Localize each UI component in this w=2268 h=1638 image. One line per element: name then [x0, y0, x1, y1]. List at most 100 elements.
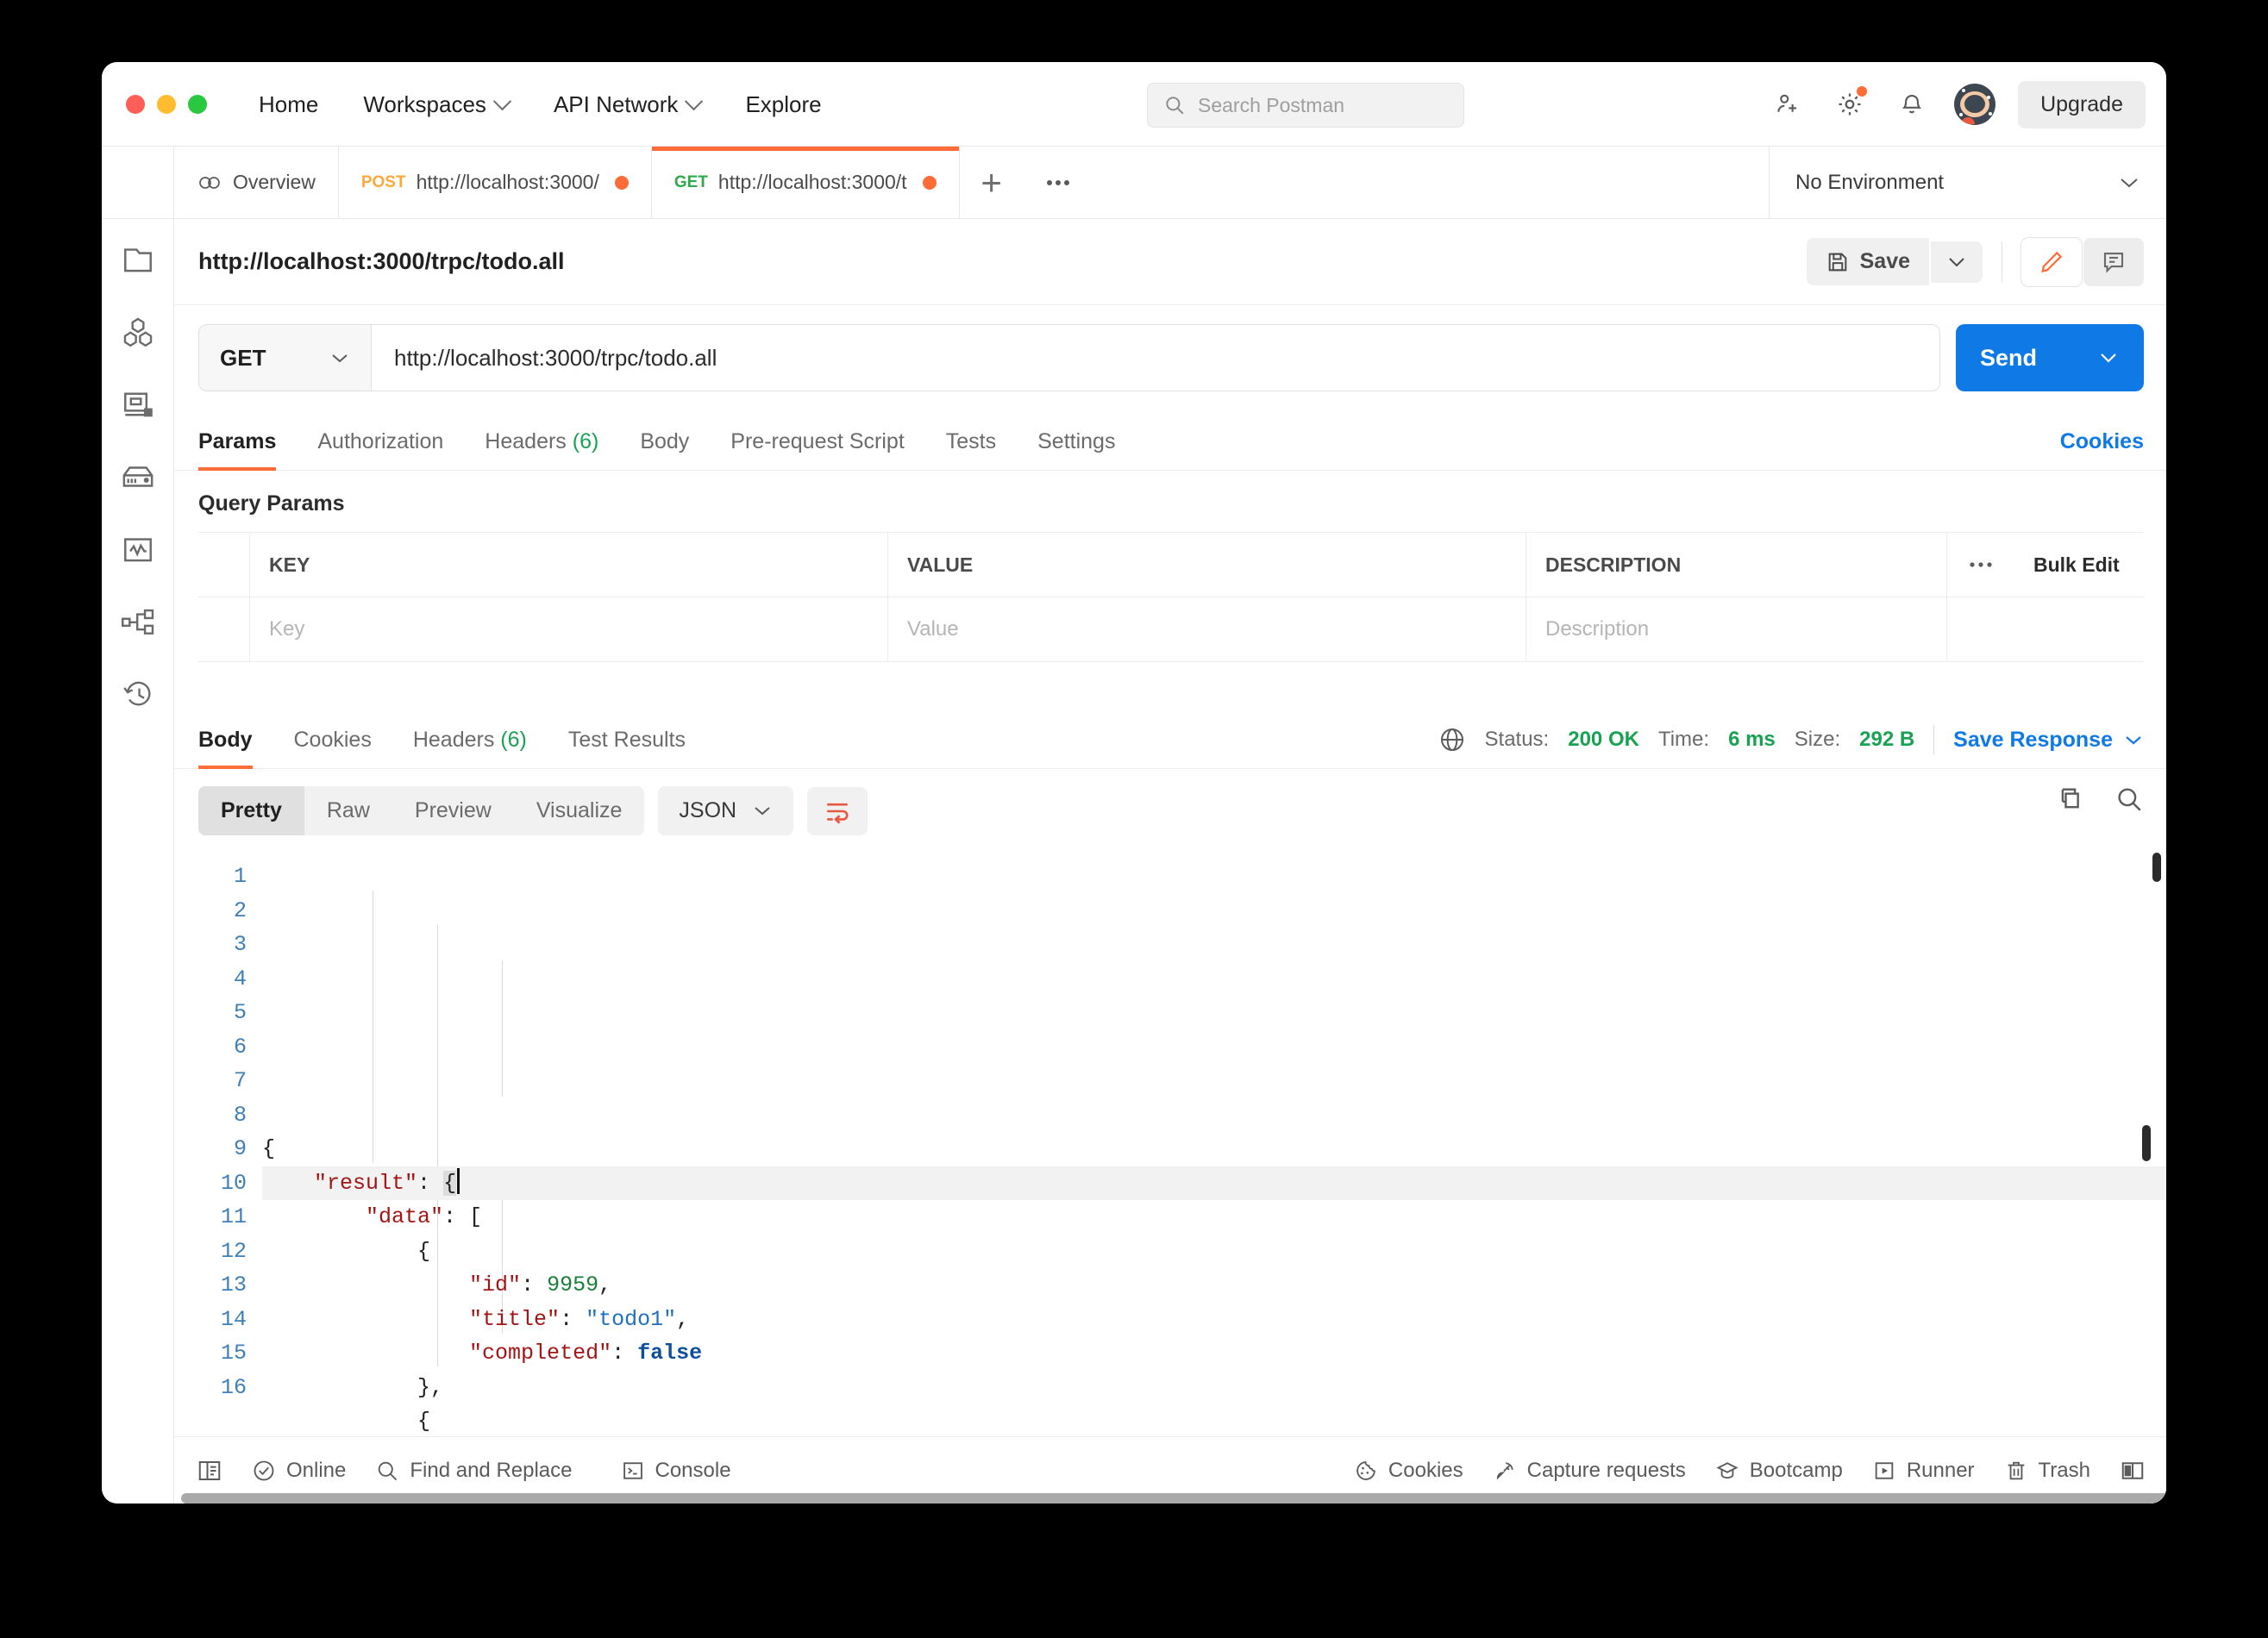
tab-body[interactable]: Body [619, 429, 710, 470]
environment-selector[interactable]: No Environment [1770, 147, 2166, 218]
tab-request-post[interactable]: POST http://localhost:3000/ [338, 147, 652, 218]
code-scrollbar-thumb[interactable] [2142, 1125, 2151, 1161]
response-format-selector[interactable]: JSON [658, 786, 794, 835]
response-tab-headers[interactable]: Headers (6) [392, 728, 548, 768]
code-line[interactable]: { [262, 1404, 2166, 1436]
sidebar-item-mock-servers[interactable] [118, 457, 158, 497]
console-button[interactable]: Console [621, 1459, 731, 1483]
sidebar-item-flows[interactable] [118, 602, 158, 641]
close-window-button[interactable] [126, 94, 145, 114]
viewer-mode-preview[interactable]: Preview [392, 786, 514, 835]
tab-request-get[interactable]: GET http://localhost:3000/t [651, 147, 960, 218]
chevron-down-icon [329, 352, 350, 365]
save-button[interactable]: Save [1806, 238, 1929, 285]
save-options-button[interactable] [1931, 241, 1983, 283]
code-line[interactable]: "completed": false [262, 1336, 2166, 1371]
code-token: }, [417, 1374, 444, 1400]
comment-button[interactable] [2083, 237, 2144, 286]
tab-tests[interactable]: Tests [925, 429, 1017, 470]
param-description-input[interactable]: Description [1526, 597, 1947, 661]
code-line[interactable]: "title": "todo1", [262, 1303, 2166, 1337]
code-line[interactable]: { [262, 1132, 2166, 1166]
tab-more-options-button[interactable] [1023, 147, 1093, 218]
desktop-background: Home Workspaces API Network Explore Sear… [0, 0, 2268, 1638]
response-body-code[interactable]: { "result": { "data": [ { "id": 9959, "t… [262, 853, 2166, 1436]
code-line[interactable]: "result": { [262, 1166, 2166, 1200]
cookies-link[interactable]: Cookies [2060, 429, 2144, 454]
response-tab-cookies[interactable]: Cookies [273, 728, 392, 768]
person-add-icon[interactable] [1768, 84, 1808, 124]
sidebar-item-history[interactable] [118, 674, 158, 714]
code-token: "todo1" [586, 1306, 677, 1332]
runner-button[interactable]: Runner [1872, 1459, 1975, 1483]
search-icon[interactable] [2115, 785, 2144, 814]
find-and-replace-button[interactable]: Find and Replace [375, 1459, 573, 1483]
response-tab-body[interactable]: Body [198, 728, 273, 769]
viewer-mode-raw[interactable]: Raw [304, 786, 392, 835]
bootcamp-button[interactable]: Bootcamp [1715, 1459, 1843, 1483]
code-line[interactable]: "data": [ [262, 1200, 2166, 1235]
horizontal-scrollbar-thumb[interactable] [181, 1493, 2166, 1504]
code-scrollbar-thumb-top[interactable] [2152, 853, 2161, 882]
capture-requests-button[interactable]: Capture requests [1493, 1459, 1686, 1483]
code-line[interactable]: "id": 9959, [262, 1268, 2166, 1303]
bell-icon[interactable] [1892, 84, 1932, 124]
sidebar-item-environments[interactable] [118, 384, 158, 424]
title-bar: Home Workspaces API Network Explore Sear… [102, 62, 2166, 147]
panel-layout-icon[interactable] [2120, 1459, 2146, 1483]
tab-headers[interactable]: Headers (6) [464, 429, 619, 470]
code-line[interactable]: { [262, 1235, 2166, 1269]
gear-icon[interactable] [1830, 84, 1870, 124]
window-controls[interactable] [102, 94, 236, 114]
line-number: 10 [220, 1170, 247, 1196]
send-button[interactable]: Send [1956, 324, 2144, 391]
sidebar-toggle-icon[interactable] [197, 1459, 222, 1483]
code-token: { [417, 1238, 431, 1264]
maximize-window-button[interactable] [188, 94, 207, 114]
param-value-input[interactable]: Value [888, 597, 1526, 661]
globe-icon [1438, 726, 1466, 753]
trash-button[interactable]: Trash [2004, 1459, 2090, 1483]
horizontal-scrollbar[interactable] [174, 1493, 2166, 1504]
response-tab-test-results[interactable]: Test Results [548, 728, 706, 768]
tab-authorization[interactable]: Authorization [297, 429, 464, 470]
viewer-mode-visualize[interactable]: Visualize [514, 786, 645, 835]
online-status[interactable]: Online [252, 1459, 346, 1483]
line-number: 2 [233, 897, 247, 923]
sidebar-item-collections[interactable] [118, 240, 158, 279]
edit-pencil-button[interactable] [2021, 237, 2082, 286]
param-key-input[interactable]: Key [250, 597, 888, 661]
new-tab-button[interactable]: + [959, 147, 1024, 218]
response-viewer-toolbar: Pretty Raw Preview Visualize JSON [174, 769, 2166, 853]
sidebar-item-monitors[interactable] [118, 529, 158, 569]
response-body-viewer[interactable]: 1 2 3 4 5 6 7 8 9 10 11 12 13 14 15 16 { "result": { "d… [174, 853, 2166, 1436]
astronaut-avatar[interactable] [1954, 84, 1996, 125]
word-wrap-icon[interactable] [807, 786, 868, 835]
viewer-mode-pretty[interactable]: Pretty [198, 786, 304, 835]
tab-pre-request-script[interactable]: Pre-request Script [710, 429, 924, 470]
nav-api-network[interactable]: API Network [531, 62, 724, 147]
minimize-window-button[interactable] [157, 94, 176, 114]
row-checkbox-cell[interactable] [198, 597, 250, 661]
select-all-cell [198, 533, 250, 597]
tab-method-get: GET [674, 172, 708, 191]
copy-icon[interactable] [2054, 785, 2083, 814]
code-line[interactable]: }, [262, 1371, 2166, 1405]
tab-params[interactable]: Params [198, 429, 297, 471]
nav-workspaces[interactable]: Workspaces [341, 62, 531, 147]
table-more-options-button[interactable] [1947, 533, 2014, 597]
tab-settings[interactable]: Settings [1017, 429, 1136, 470]
nav-home[interactable]: Home [236, 62, 341, 147]
upgrade-button[interactable]: Upgrade [2018, 80, 2146, 128]
tab-overview[interactable]: Overview [174, 147, 339, 218]
nav-explore[interactable]: Explore [723, 62, 843, 147]
sidebar-item-apis[interactable] [118, 312, 158, 352]
save-response-button[interactable]: Save Response [1953, 728, 2144, 753]
url-input[interactable]: http://localhost:3000/trpc/todo.all [371, 324, 1940, 391]
response-divider [174, 662, 2166, 709]
response-headers-count: (6) [500, 728, 527, 752]
bulk-edit-button[interactable]: Bulk Edit [2014, 533, 2144, 597]
search-input[interactable]: Search Postman [1147, 83, 1464, 128]
cookies-button[interactable]: Cookies [1354, 1459, 1463, 1483]
method-selector[interactable]: GET [198, 324, 371, 391]
